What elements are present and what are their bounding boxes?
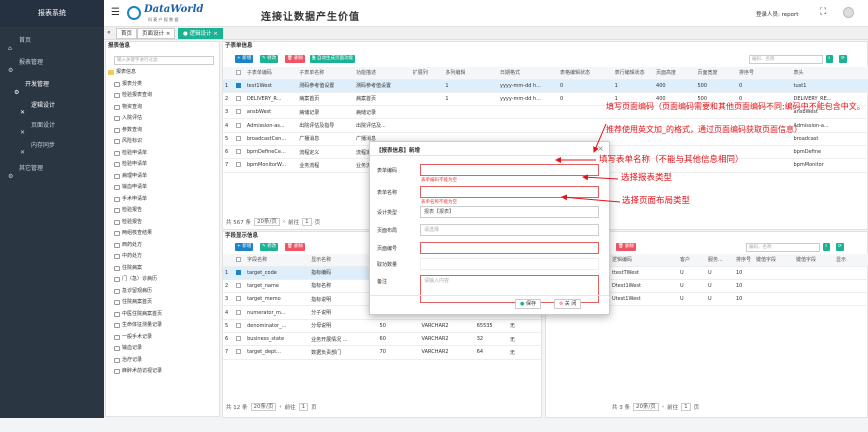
annotation-code-1: 填写页面编码（页面编码需要和其他页面编码不同;编码中不能包含中文。 [606,102,865,111]
annotation-arrows [555,123,621,203]
arrow-to-code [593,123,607,153]
arrow-to-layout [561,194,621,203]
annotation-type: 选择报表类型 [621,173,673,183]
annotation-layout: 选择页面布局类型 [622,196,691,206]
arrow-to-type [582,174,619,181]
annotation-code-2: 推荐使用英文加_的格式，通过页面编码获取页面信息） [606,125,802,134]
annotation-name: 填写表单名称（不能与其他信息相同） [599,155,744,165]
